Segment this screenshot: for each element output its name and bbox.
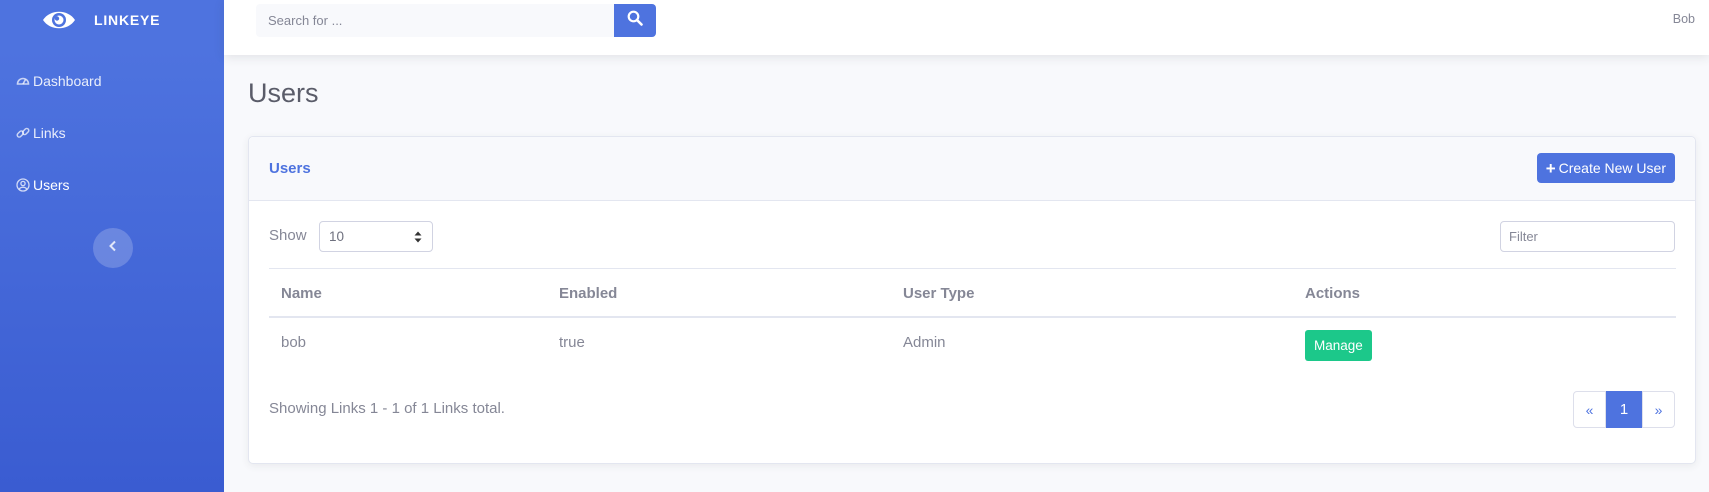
card-header: Users + Create New User: [249, 137, 1695, 201]
users-card: Users + Create New User Show 10 Name Ena…: [248, 136, 1696, 464]
column-header-name[interactable]: Name: [281, 285, 322, 302]
filter-input[interactable]: [1500, 221, 1675, 252]
create-new-user-button[interactable]: + Create New User: [1536, 153, 1675, 183]
link-icon: [16, 126, 30, 140]
user-circle-icon: [16, 178, 30, 192]
pagination-prev[interactable]: «: [1573, 391, 1606, 428]
page-size-value: 10: [329, 229, 345, 244]
manage-button[interactable]: Manage: [1305, 330, 1372, 361]
users-table: Name Enabled User Type Actions bob true …: [269, 268, 1676, 368]
pagination: « 1 »: [1573, 391, 1675, 428]
card-title: Users: [269, 160, 311, 177]
sidebar-item-label: Dashboard: [33, 73, 102, 89]
sort-arrows-icon: [414, 231, 422, 243]
search-button[interactable]: [614, 4, 656, 37]
column-header-user-type[interactable]: User Type: [903, 285, 974, 302]
table-row: bob true Admin Manage: [269, 318, 1676, 368]
sidebar-item-label: Users: [33, 177, 70, 193]
pagination-page-1[interactable]: 1: [1606, 391, 1642, 428]
create-new-user-label: Create New User: [1558, 160, 1666, 176]
dashboard-icon: [16, 74, 30, 88]
brand[interactable]: LINKEYE: [0, 0, 224, 40]
page-title: Users: [248, 78, 319, 108]
sidebar-item-dashboard[interactable]: Dashboard: [16, 71, 102, 91]
show-entries-label: Show: [269, 227, 307, 244]
chevron-left-icon: [108, 239, 118, 257]
user-menu[interactable]: Bob: [1673, 12, 1695, 26]
cell-name: bob: [281, 334, 307, 351]
sidebar: LINKEYE Dashboard Links Users: [0, 0, 224, 492]
cell-user-type: Admin: [903, 334, 946, 351]
column-header-enabled[interactable]: Enabled: [559, 285, 617, 302]
pagination-next[interactable]: »: [1642, 391, 1675, 428]
sidebar-item-users[interactable]: Users: [16, 175, 70, 195]
table-summary: Showing Links 1 - 1 of 1 Links total.: [269, 400, 505, 417]
sidebar-toggle-button[interactable]: [93, 228, 133, 268]
table-header: Name Enabled User Type Actions: [269, 268, 1676, 318]
page-size-select[interactable]: 10: [319, 221, 433, 252]
plus-icon: +: [1545, 158, 1556, 178]
sidebar-item-label: Links: [33, 125, 66, 141]
sidebar-item-links[interactable]: Links: [16, 123, 66, 143]
brand-name: LINKEYE: [94, 12, 161, 28]
topbar: Bob: [224, 0, 1709, 55]
cell-enabled: true: [559, 334, 585, 351]
search-icon: [627, 10, 643, 31]
search-input[interactable]: [256, 4, 614, 37]
column-header-actions: Actions: [1305, 285, 1361, 302]
eye-icon: [42, 8, 76, 32]
